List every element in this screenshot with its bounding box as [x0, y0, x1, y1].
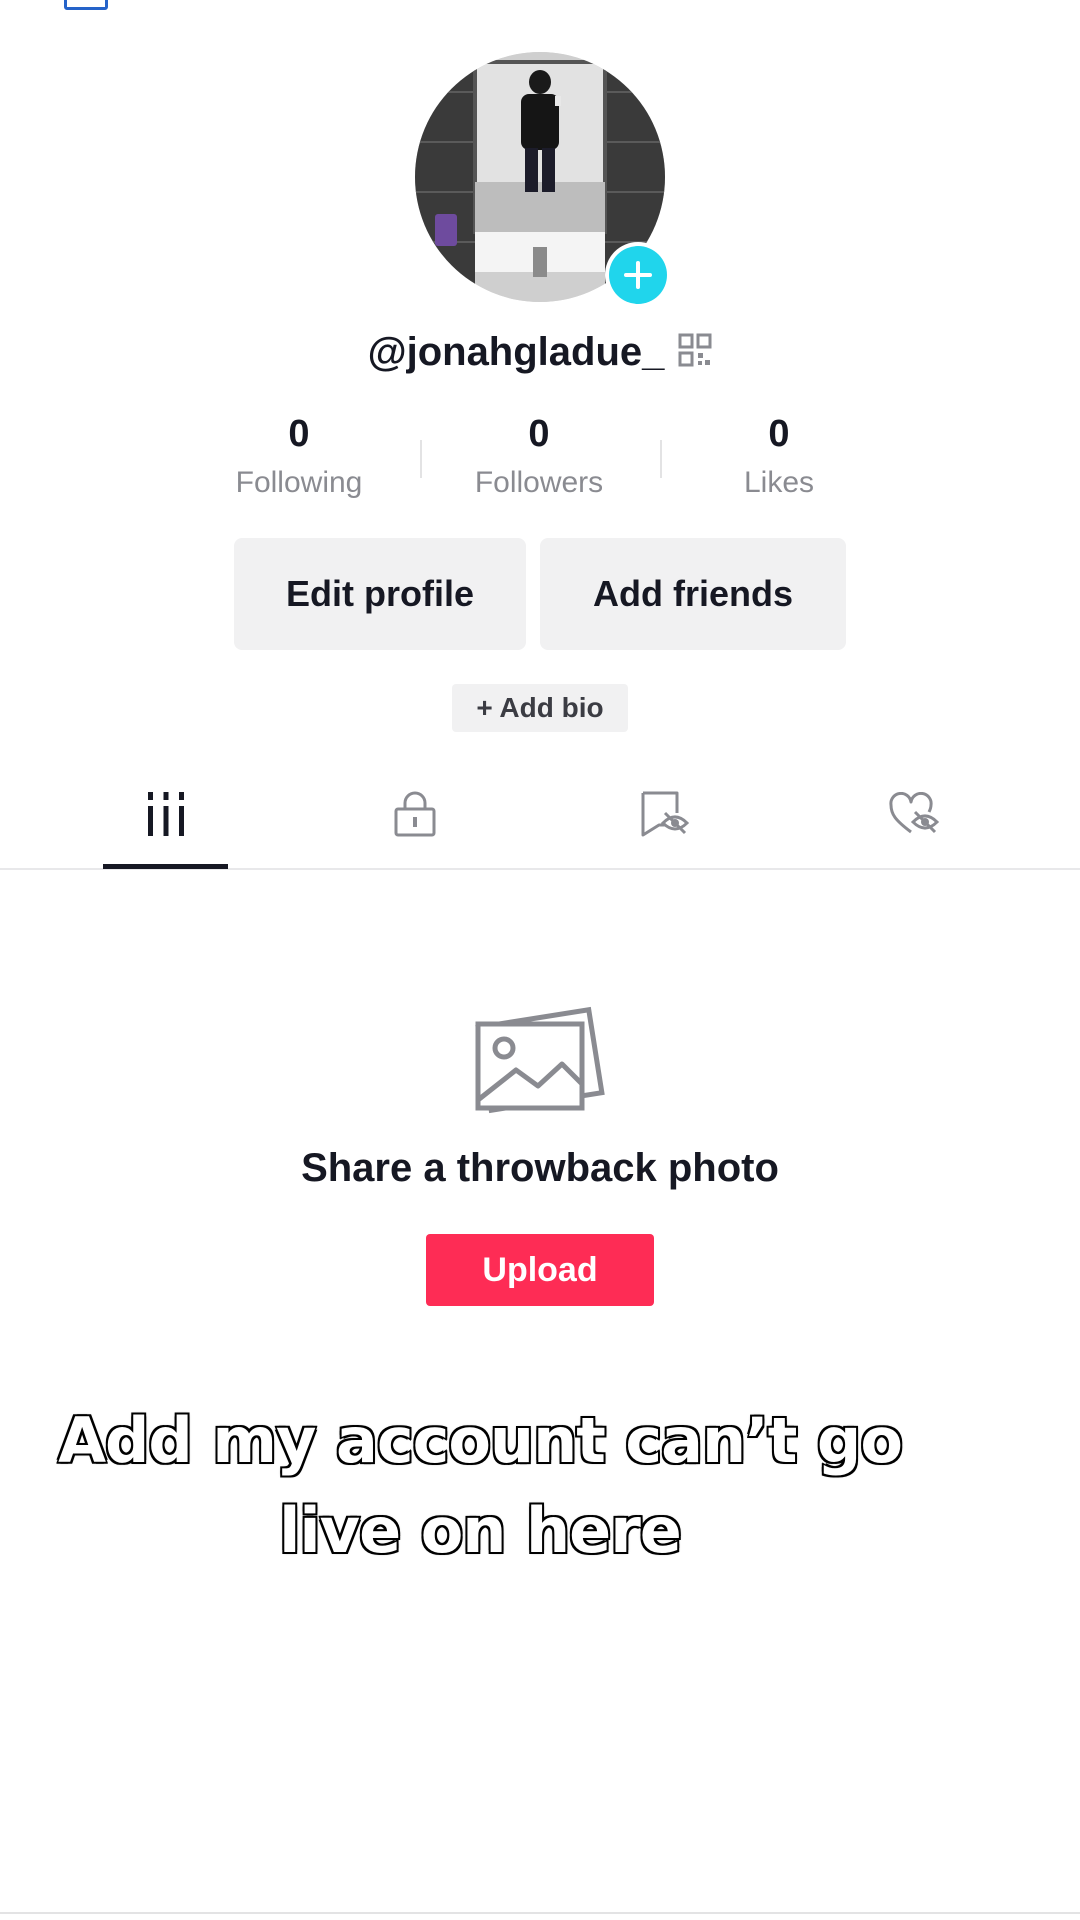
active-tab-indicator	[103, 864, 228, 869]
add-bio-button[interactable]: + Add bio	[452, 684, 628, 732]
caption-line: live on here	[278, 1493, 684, 1569]
tab-saved[interactable]	[540, 760, 790, 868]
username: @jonahgladue_	[367, 329, 665, 374]
caption-line: Add my account can’t go	[57, 1403, 905, 1479]
grid-videos-icon	[148, 792, 184, 836]
stat-divider	[660, 440, 662, 478]
add-avatar-button[interactable]	[605, 242, 671, 308]
stat-divider	[420, 440, 422, 478]
plus-icon	[609, 246, 667, 304]
stat-followers[interactable]: 0 Followers	[439, 410, 639, 500]
likes-count: 0	[768, 413, 790, 455]
empty-state-title: Share a throwback photo	[301, 1146, 779, 1190]
profile-stats: 0 Following 0 Followers 0 Likes	[0, 410, 1080, 510]
tab-videos[interactable]	[41, 760, 291, 868]
tab-private[interactable]	[290, 760, 540, 868]
following-count: 0	[288, 413, 310, 455]
avatar-container[interactable]	[415, 52, 671, 308]
edit-profile-button[interactable]: Edit profile	[234, 538, 526, 650]
hidden-saved-icon	[641, 791, 690, 837]
upload-button[interactable]: Upload	[426, 1234, 654, 1306]
hidden-liked-icon	[889, 792, 940, 834]
profile-tabs	[0, 760, 1080, 870]
followers-count: 0	[528, 413, 550, 455]
stat-following[interactable]: 0 Following	[199, 410, 399, 500]
likes-label: Likes	[743, 466, 815, 499]
add-friends-button[interactable]: Add friends	[540, 538, 846, 650]
following-label: Following	[235, 466, 363, 499]
stat-likes[interactable]: 0 Likes	[679, 410, 879, 500]
photo-icon	[472, 1004, 608, 1121]
video-caption: Add my account can’t go live on here	[40, 1396, 920, 1576]
username-row: @jonahgladue_	[0, 322, 1080, 382]
bottom-divider	[0, 1912, 1080, 1914]
status-bar-icon	[64, 0, 108, 10]
followers-label: Followers	[474, 466, 604, 499]
qr-code-icon[interactable]	[678, 333, 712, 372]
tab-liked[interactable]	[790, 760, 1040, 868]
lock-icon	[394, 791, 436, 837]
